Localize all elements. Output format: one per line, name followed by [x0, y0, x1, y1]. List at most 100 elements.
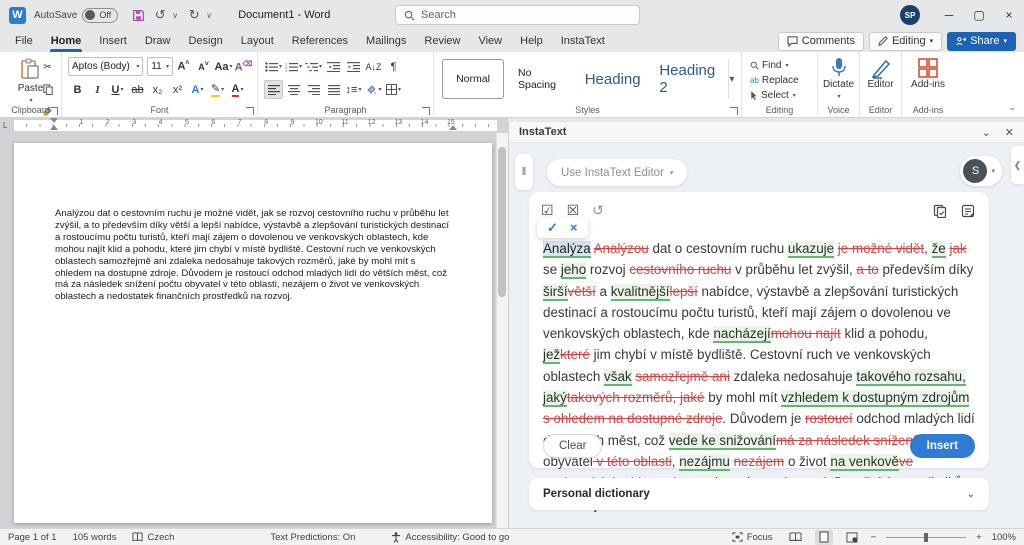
instatext-account-button[interactable]: S ▾	[960, 156, 1002, 186]
inserted-text[interactable]: vzhledem k dostupným zdrojům	[781, 390, 969, 407]
grow-font-icon[interactable]: A˄	[174, 57, 193, 76]
suggestions-undo-icon[interactable]: ↺	[592, 202, 604, 219]
deleted-text[interactable]: mohou najít	[771, 326, 841, 341]
inserted-text[interactable]: že	[932, 241, 946, 258]
increase-indent-icon[interactable]	[344, 57, 363, 76]
italic-button[interactable]: I	[88, 80, 107, 99]
strikethrough-button[interactable]: ab	[128, 80, 147, 99]
inserted-text[interactable]: jež	[543, 347, 560, 364]
editing-mode-button[interactable]: Editing▾	[869, 32, 942, 51]
deleted-text[interactable]: cestovního ruchu	[629, 262, 731, 277]
word-app-icon[interactable]: W	[9, 7, 26, 24]
use-instatext-editor-button[interactable]: Use InstaText Editor▾	[547, 159, 687, 186]
paragraph-dialog-launcher[interactable]	[422, 107, 430, 115]
inserted-text[interactable]: však	[604, 369, 632, 386]
personal-dictionary-chevron-icon[interactable]: ⌄	[967, 489, 975, 500]
horizontal-ruler[interactable]: L 123456789101112131415	[0, 118, 508, 133]
sort-icon[interactable]: A↓Z	[364, 57, 383, 76]
cut-icon[interactable]: ✂	[38, 58, 57, 77]
zoom-in-icon[interactable]: +	[976, 532, 982, 543]
superscript-button[interactable]: x²	[168, 80, 187, 99]
numbered-list-icon[interactable]: 123▾	[284, 57, 303, 76]
font-name-select[interactable]: Aptos (Body)▾	[68, 57, 143, 76]
ribbon-tab-help[interactable]: Help	[511, 30, 552, 52]
replace-button[interactable]: ab Replace	[750, 73, 817, 88]
inserted-text[interactable]: jeho	[561, 262, 586, 279]
scrollbar-thumb[interactable]	[498, 147, 506, 297]
zoom-out-icon[interactable]: −	[871, 532, 877, 543]
user-avatar[interactable]: SP	[900, 5, 920, 25]
insert-button[interactable]: Insert	[910, 434, 975, 458]
bullet-list-icon[interactable]: ▾	[264, 57, 283, 76]
shading-icon[interactable]: ▾	[364, 80, 383, 99]
copy-result-icon[interactable]	[933, 204, 947, 218]
pane-collapse-icon[interactable]: ❮	[1011, 146, 1024, 184]
document-paragraph[interactable]: Analýzou dat o cestovním ruchu je možné …	[55, 208, 450, 303]
reject-suggestion-icon[interactable]: ×	[566, 220, 582, 236]
deleted-text[interactable]: s ohledem na dostupné zdroje	[543, 411, 722, 426]
accessibility-status[interactable]: Accessibility: Good to go	[391, 532, 509, 543]
decrease-indent-icon[interactable]	[324, 57, 343, 76]
dictate-button[interactable]: Dictate▾	[823, 57, 854, 101]
copy-icon[interactable]	[38, 80, 57, 99]
font-size-select[interactable]: 11▾	[147, 57, 173, 76]
deleted-text[interactable]: které	[560, 347, 590, 362]
deleted-text[interactable]: jak	[949, 241, 966, 256]
deleted-text[interactable]: lepší	[670, 284, 698, 299]
minimize-button[interactable]: ─	[934, 0, 964, 30]
pane-options-chevron-icon[interactable]: ⌄	[982, 126, 991, 139]
print-layout-icon[interactable]	[815, 530, 833, 545]
select-button[interactable]: Select▾	[750, 88, 817, 103]
line-spacing-icon[interactable]: ↕≡▾	[344, 80, 363, 99]
comments-button[interactable]: Comments	[778, 32, 864, 51]
find-button[interactable]: Find▾	[750, 58, 817, 73]
deleted-text[interactable]: Analýzou	[594, 241, 649, 256]
ribbon-tab-instatext[interactable]: InstaText	[552, 30, 614, 52]
ribbon-tab-design[interactable]: Design	[179, 30, 231, 52]
clear-button[interactable]: Clear	[543, 434, 602, 458]
read-mode-icon[interactable]	[787, 530, 805, 545]
autosave-toggle[interactable]: Off	[82, 8, 118, 23]
inserted-text[interactable]: kvalitnější	[611, 284, 670, 301]
pane-drag-handle-icon[interactable]: ‖	[515, 154, 533, 190]
ribbon-tab-mailings[interactable]: Mailings	[357, 30, 415, 52]
ribbon-tab-home[interactable]: Home	[42, 30, 91, 52]
clear-formatting-icon[interactable]: A⌫	[234, 57, 253, 76]
save-icon[interactable]	[128, 5, 148, 25]
qat-customize-icon[interactable]: ∨	[206, 11, 216, 20]
style-heading[interactable]: Heading	[580, 59, 645, 99]
zoom-slider[interactable]	[886, 537, 966, 538]
change-case-icon[interactable]: Aa▾	[214, 57, 233, 76]
underline-button[interactable]: U▾	[108, 80, 127, 99]
deleted-text[interactable]: větší	[568, 284, 596, 299]
document-scrollbar[interactable]	[496, 133, 508, 528]
style-heading-2[interactable]: Heading 2	[651, 59, 727, 99]
word-count[interactable]: 105 words	[73, 532, 117, 543]
notes-icon[interactable]	[961, 204, 975, 218]
zoom-level[interactable]: 100%	[992, 532, 1016, 543]
ribbon-tab-view[interactable]: View	[469, 30, 511, 52]
style-no-spacing[interactable]: No Spacing	[510, 59, 574, 99]
undo-button[interactable]: ↺	[150, 5, 170, 25]
share-button[interactable]: Share▾	[947, 32, 1016, 51]
tab-stop-selector[interactable]: L	[3, 121, 7, 130]
accept-suggestion-icon[interactable]: ✓	[543, 220, 562, 236]
inserted-text[interactable]: širší	[543, 284, 568, 301]
text-predictions[interactable]: Text Predictions: On	[270, 532, 355, 543]
deleted-text[interactable]: a to	[856, 262, 878, 277]
align-right-button[interactable]	[304, 80, 323, 99]
ribbon-tab-references[interactable]: References	[283, 30, 357, 52]
document-canvas[interactable]: Analýzou dat o cestovním ruchu je možné …	[0, 133, 508, 528]
font-color-icon[interactable]: A▾	[228, 80, 247, 99]
page-indicator[interactable]: Page 1 of 1	[8, 532, 57, 543]
pilcrow-icon[interactable]: ¶	[384, 57, 403, 76]
inserted-text[interactable]: nacházejí	[713, 326, 770, 343]
deleted-text[interactable]: samozřejmě ani	[635, 369, 730, 384]
web-layout-icon[interactable]	[843, 530, 861, 545]
subscript-button[interactable]: x₂	[148, 80, 167, 99]
proofing-language[interactable]: Czech	[132, 532, 174, 543]
multilevel-list-icon[interactable]: ▾	[304, 57, 323, 76]
bold-button[interactable]: B	[68, 80, 87, 99]
selected-inserted-text[interactable]: Analýza	[543, 241, 591, 258]
redo-button[interactable]: ↻	[184, 5, 204, 25]
